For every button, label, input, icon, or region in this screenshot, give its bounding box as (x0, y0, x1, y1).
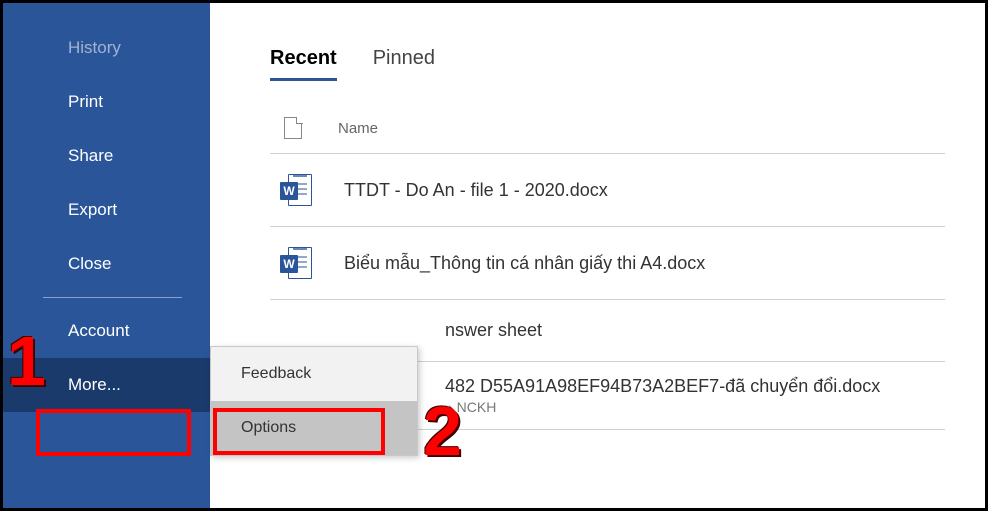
sidebar-item-account[interactable]: Account (3, 304, 210, 358)
sidebar-item-share[interactable]: Share (3, 129, 210, 183)
tab-pinned[interactable]: Pinned (373, 47, 435, 81)
file-row[interactable]: W Biểu mẫu_Thông tin cá nhân giấy thi A4… (270, 227, 945, 300)
sidebar-item-export[interactable]: Export (3, 183, 210, 237)
word-document-icon: W (280, 174, 312, 206)
sidebar-item-print[interactable]: Print (3, 75, 210, 129)
tab-recent[interactable]: Recent (270, 47, 337, 81)
sidebar-item-close[interactable]: Close (3, 237, 210, 291)
sidebar-separator (43, 297, 182, 298)
file-name: TTDT - Do An - file 1 - 2020.docx (344, 180, 608, 201)
file-name: 482 D55A91A98EF94B73A2BEF7-đã chuyển đổi… (445, 376, 880, 397)
file-name: Biểu mẫu_Thông tin cá nhân giấy thi A4.d… (344, 253, 705, 274)
more-popup: Feedback Options (210, 346, 418, 456)
column-name-label[interactable]: Name (338, 120, 378, 137)
tabs: Recent Pinned (270, 47, 945, 81)
popup-item-options[interactable]: Options (211, 401, 417, 455)
popup-item-feedback[interactable]: Feedback (211, 347, 417, 401)
sidebar-item-history[interactable]: History (3, 21, 210, 75)
word-document-icon: W (280, 247, 312, 279)
file-list-header: Name (270, 111, 945, 154)
backstage-sidebar: History Print Share Export Close Account… (3, 3, 210, 508)
column-icon (280, 117, 306, 139)
sidebar-item-more[interactable]: More... (3, 358, 210, 412)
file-name: nswer sheet (445, 320, 542, 341)
file-path: » NCKH (445, 399, 880, 415)
file-row[interactable]: W TTDT - Do An - file 1 - 2020.docx (270, 154, 945, 227)
blank-document-icon (284, 117, 302, 139)
